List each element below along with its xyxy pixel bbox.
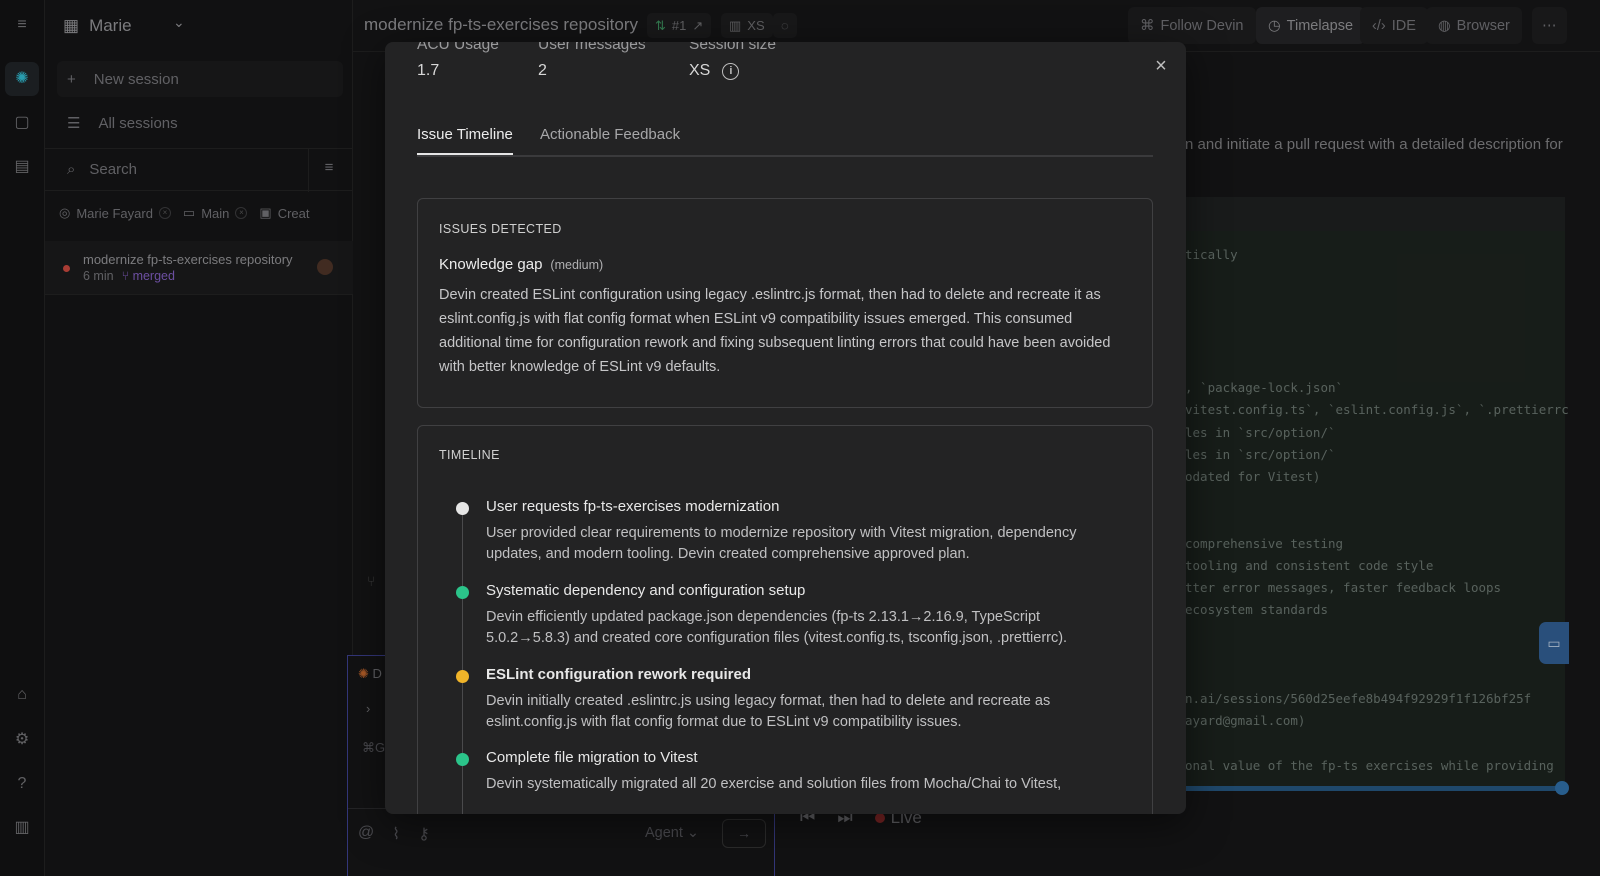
issue-title-text: Knowledge gap (439, 256, 543, 273)
stat-label: ACU Usage (417, 42, 499, 53)
stat-session-size: Session size XS i (689, 42, 776, 80)
timeline-dot (456, 670, 469, 683)
timeline-item-title: Systematic dependency and configuration … (486, 582, 806, 599)
timeline-dot (456, 753, 469, 766)
modal-tabs: Issue Timeline Actionable Feedback (417, 124, 1153, 157)
timeline-dot (456, 586, 469, 599)
stat-value: 2 (538, 62, 646, 80)
app-window: ≡ ✺ ▢ ▤ ⌂ ⚙ ? ▥ ▦ Marie ⌄ + New session … (0, 0, 1600, 876)
timeline-item-description: Devin efficiently updated package.json d… (486, 609, 1068, 646)
timeline-dot (456, 502, 469, 515)
timeline-item-title: User requests fp-ts-exercises modernizat… (486, 498, 780, 515)
stat-label: Session size (689, 42, 777, 53)
timeline-item-title: Complete file migration to Vitest (486, 749, 698, 766)
info-icon[interactable]: i (722, 62, 740, 80)
timeline-item-description: Devin initially created .eslintrc.js usi… (486, 693, 1051, 730)
stat-value-text: 2 (538, 62, 547, 79)
issue-description: Devin created ESLint configuration using… (439, 287, 1111, 375)
close-icon[interactable]: × (1151, 56, 1171, 76)
timeline-item-description: Devin systematically migrated all 20 exe… (486, 776, 1062, 792)
stat-value-text: 1.7 (417, 62, 440, 79)
timeline-item-description: User provided clear requirements to mode… (486, 525, 1077, 562)
stat-value: XS i (689, 62, 776, 80)
tab-issue-timeline[interactable]: Issue Timeline (417, 126, 513, 155)
section-heading: ISSUES DETECTED (439, 222, 562, 236)
severity-badge: (medium) (550, 258, 604, 272)
stat-acu-usage: ACU Usage 1.7 (417, 42, 499, 80)
issue-title: Knowledge gap (medium) (439, 256, 603, 273)
stat-value: 1.7 (417, 62, 499, 80)
stat-value-text: XS (689, 62, 711, 79)
section-heading: TIMELINE (439, 448, 500, 462)
session-insights-modal: ACU Usage 1.7 User messages 2 Session si… (385, 42, 1186, 814)
timeline-item-title: ESLint configuration rework required (486, 666, 752, 683)
stat-label: User messages (538, 42, 646, 53)
issues-detected-card: ISSUES DETECTED Knowledge gap (medium) D… (417, 198, 1153, 408)
stat-user-messages: User messages 2 (538, 42, 646, 80)
timeline-line (462, 508, 463, 814)
tab-actionable-feedback[interactable]: Actionable Feedback (540, 126, 680, 153)
timeline-card: TIMELINE User requests fp-ts-exercises m… (417, 425, 1153, 814)
